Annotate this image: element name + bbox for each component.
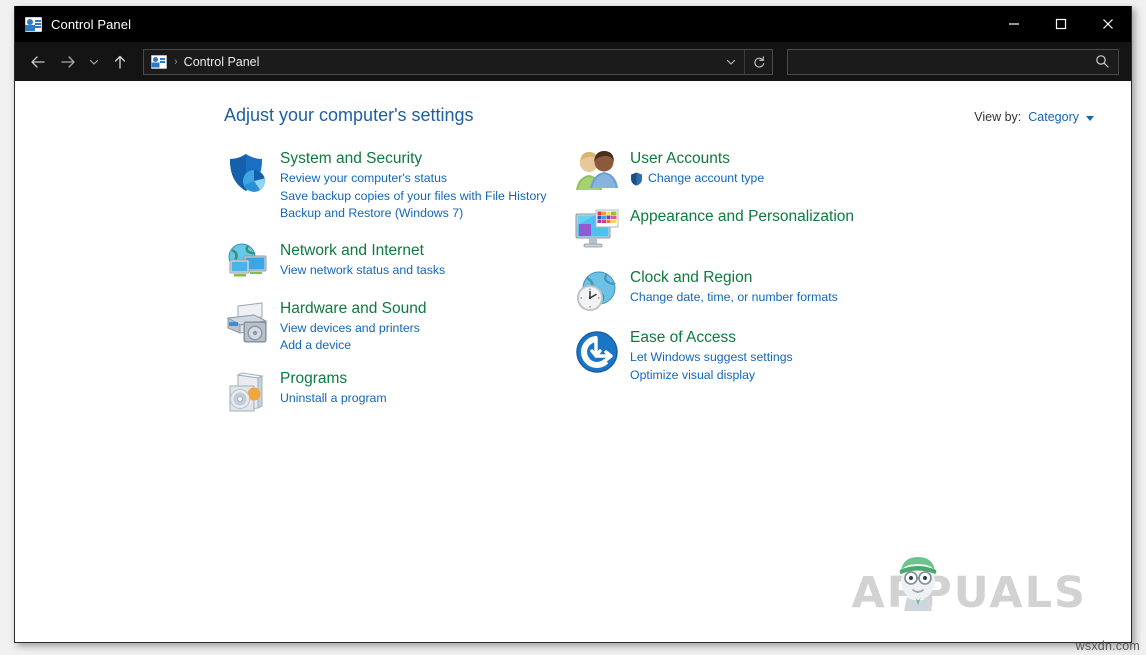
- breadcrumb-bar[interactable]: › Control Panel: [143, 48, 773, 75]
- content-area: Adjust your computer's settings View by:…: [15, 81, 1131, 642]
- maximize-button[interactable]: [1037, 6, 1084, 42]
- search-icon[interactable]: [1095, 54, 1110, 69]
- category-user-accounts: User Accounts Change account type: [574, 148, 1004, 192]
- category-link[interactable]: Backup and Restore (Windows 7): [280, 205, 547, 223]
- breadcrumb-item-control-panel[interactable]: Control Panel: [184, 55, 260, 69]
- category-link[interactable]: Review your computer's status: [280, 170, 547, 188]
- category-body: Programs Uninstall a program: [280, 368, 387, 416]
- category-link[interactable]: View network status and tasks: [280, 262, 445, 280]
- control-panel-icon: [25, 16, 42, 32]
- category-title[interactable]: System and Security: [280, 149, 547, 169]
- control-panel-icon: [151, 54, 167, 69]
- category-link[interactable]: Optimize visual display: [630, 367, 793, 385]
- forward-button[interactable]: [53, 47, 83, 77]
- appuals-mascot-icon: [887, 547, 949, 616]
- category-link-change-account-type[interactable]: Change account type: [630, 170, 764, 188]
- uac-shield-icon: [631, 172, 642, 186]
- breadcrumb[interactable]: › Control Panel: [144, 54, 718, 69]
- title-bar-left: Control Panel: [15, 16, 132, 32]
- minimize-button[interactable]: [990, 6, 1037, 42]
- breadcrumb-separator: ›: [174, 55, 178, 68]
- category-body: Hardware and Sound View devices and prin…: [280, 298, 427, 355]
- category-title[interactable]: Clock and Region: [630, 268, 838, 288]
- category-title[interactable]: Network and Internet: [280, 241, 445, 261]
- monitor-palette-icon[interactable]: [574, 206, 630, 252]
- page-title: Adjust your computer's settings: [224, 105, 474, 125]
- back-button[interactable]: [23, 47, 53, 77]
- category-hardware-and-sound: Hardware and Sound View devices and prin…: [224, 298, 574, 355]
- category-link[interactable]: Uninstall a program: [280, 390, 387, 408]
- category-body: User Accounts Change account type: [630, 148, 764, 192]
- control-panel-window: Control Panel › Control Panel Adjust you…: [14, 6, 1132, 643]
- refresh-button[interactable]: [744, 49, 772, 74]
- up-button[interactable]: [105, 47, 135, 77]
- category-body: Ease of Access Let Windows suggest setti…: [630, 327, 793, 384]
- category-title[interactable]: Hardware and Sound: [280, 299, 427, 319]
- watermark-text: APPUALS: [851, 568, 1087, 618]
- category-link[interactable]: Let Windows suggest settings: [630, 349, 793, 367]
- category-link[interactable]: Add a device: [280, 337, 427, 355]
- site-watermark: wsxdn.com: [1075, 639, 1140, 653]
- category-system-and-security: System and Security Review your computer…: [224, 148, 574, 223]
- category-link[interactable]: View devices and printers: [280, 320, 427, 338]
- screen: Control Panel › Control Panel Adjust you…: [0, 0, 1146, 655]
- address-bar: › Control Panel: [15, 42, 1131, 81]
- category-programs: Programs Uninstall a program: [224, 368, 574, 416]
- chevron-down-icon[interactable]: [1086, 115, 1094, 121]
- category-column-left: System and Security Review your computer…: [224, 148, 574, 424]
- printer-speaker-icon[interactable]: [224, 298, 280, 355]
- view-by-control[interactable]: View by: Category: [974, 110, 1109, 124]
- software-box-cd-icon[interactable]: [224, 368, 280, 416]
- category-link[interactable]: Save backup copies of your files with Fi…: [280, 188, 547, 206]
- title-bar: Control Panel: [15, 6, 1131, 42]
- window-title: Control Panel: [51, 16, 132, 32]
- window-controls: [990, 6, 1131, 42]
- breadcrumb-tools: [718, 49, 772, 74]
- category-title[interactable]: Programs: [280, 369, 387, 389]
- category-body: Clock and Region Change date, time, or n…: [630, 267, 838, 315]
- category-columns: System and Security Review your computer…: [15, 126, 1131, 424]
- category-network-and-internet: Network and Internet View network status…: [224, 240, 574, 284]
- globe-clock-icon[interactable]: [574, 267, 630, 315]
- category-title[interactable]: User Accounts: [630, 149, 764, 169]
- view-by-value[interactable]: Category: [1028, 110, 1079, 124]
- category-link-label: Change account type: [648, 171, 765, 185]
- category-appearance-and-personalization: Appearance and Personalization: [574, 206, 1004, 252]
- category-title[interactable]: Appearance and Personalization: [630, 207, 854, 227]
- category-ease-of-access: Ease of Access Let Windows suggest setti…: [574, 327, 1004, 384]
- shield-pie-icon[interactable]: [224, 148, 280, 223]
- category-body: Appearance and Personalization: [630, 206, 854, 252]
- category-column-right: User Accounts Change account type Appear…: [574, 148, 1004, 424]
- recent-locations-button[interactable]: [83, 47, 105, 77]
- search-box[interactable]: [787, 48, 1119, 75]
- close-button[interactable]: [1084, 6, 1131, 42]
- category-body: Network and Internet View network status…: [280, 240, 445, 284]
- globe-monitors-icon[interactable]: [224, 240, 280, 284]
- search-input[interactable]: [788, 49, 1092, 74]
- content-header: Adjust your computer's settings View by:…: [15, 81, 1131, 126]
- category-title[interactable]: Ease of Access: [630, 328, 793, 348]
- appuals-watermark: APPUALS: [851, 557, 1087, 618]
- accessibility-icon[interactable]: [574, 327, 630, 384]
- category-body: System and Security Review your computer…: [280, 148, 547, 223]
- two-users-icon[interactable]: [574, 148, 630, 192]
- address-dropdown-button[interactable]: [718, 50, 744, 74]
- category-clock-and-region: Clock and Region Change date, time, or n…: [574, 267, 1004, 315]
- category-link[interactable]: Change date, time, or number formats: [630, 289, 838, 307]
- view-by-label: View by:: [974, 110, 1022, 124]
